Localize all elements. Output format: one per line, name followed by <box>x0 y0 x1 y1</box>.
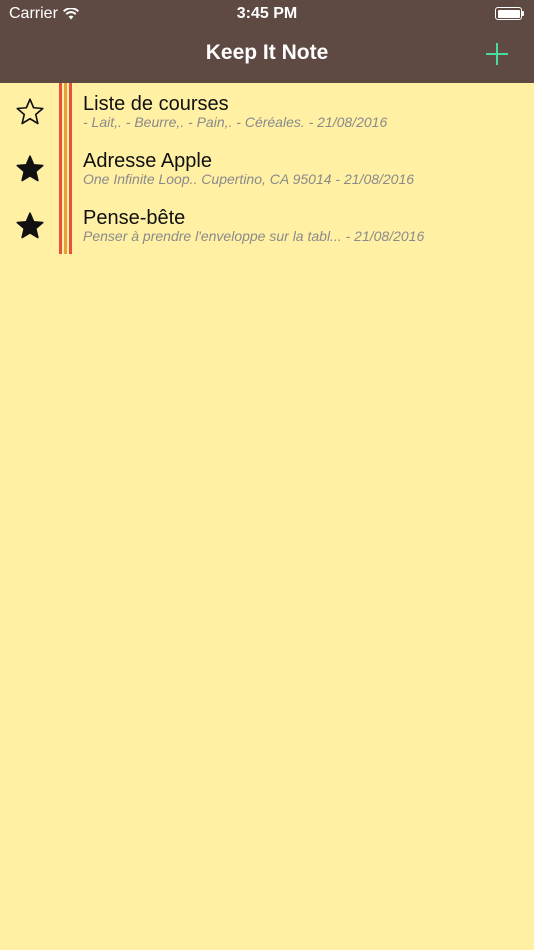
page-title: Keep It Note <box>205 41 329 64</box>
favorite-toggle[interactable] <box>14 96 46 128</box>
note-preview: One Infinite Loop.. Cupertino, CA 95014 … <box>83 171 415 187</box>
note-row[interactable]: Adresse Apple One Infinite Loop.. Cupert… <box>0 140 534 197</box>
status-bar: Carrier 3:45 PM <box>0 0 534 28</box>
battery-icon <box>495 7 525 20</box>
note-list: Liste de courses - Lait,. - Beurre,. - P… <box>0 83 534 254</box>
note-preview: - Lait,. - Beurre,. - Pain,. - Céréales.… <box>83 114 388 130</box>
star-filled-icon <box>16 155 44 182</box>
star-filled-icon <box>16 212 44 239</box>
note-row[interactable]: Pense-bête Penser à prendre l'enveloppe … <box>0 197 534 254</box>
note-row[interactable]: Liste de courses - Lait,. - Beurre,. - P… <box>0 83 534 140</box>
note-title: Adresse Apple <box>83 150 212 172</box>
favorite-toggle[interactable] <box>14 210 46 242</box>
favorite-toggle[interactable] <box>14 153 46 185</box>
note-title: Pense-bête <box>83 207 186 229</box>
star-outline-icon <box>16 98 44 125</box>
note-preview: Penser à prendre l'enveloppe sur la tabl… <box>83 228 425 244</box>
plus-icon <box>486 43 508 65</box>
status-time: 3:45 PM <box>236 5 298 22</box>
note-title: Liste de courses <box>83 93 229 115</box>
add-note-button[interactable] <box>481 38 513 70</box>
navigation-bar: Carrier 3:45 PM Keep It Note <box>0 0 534 83</box>
